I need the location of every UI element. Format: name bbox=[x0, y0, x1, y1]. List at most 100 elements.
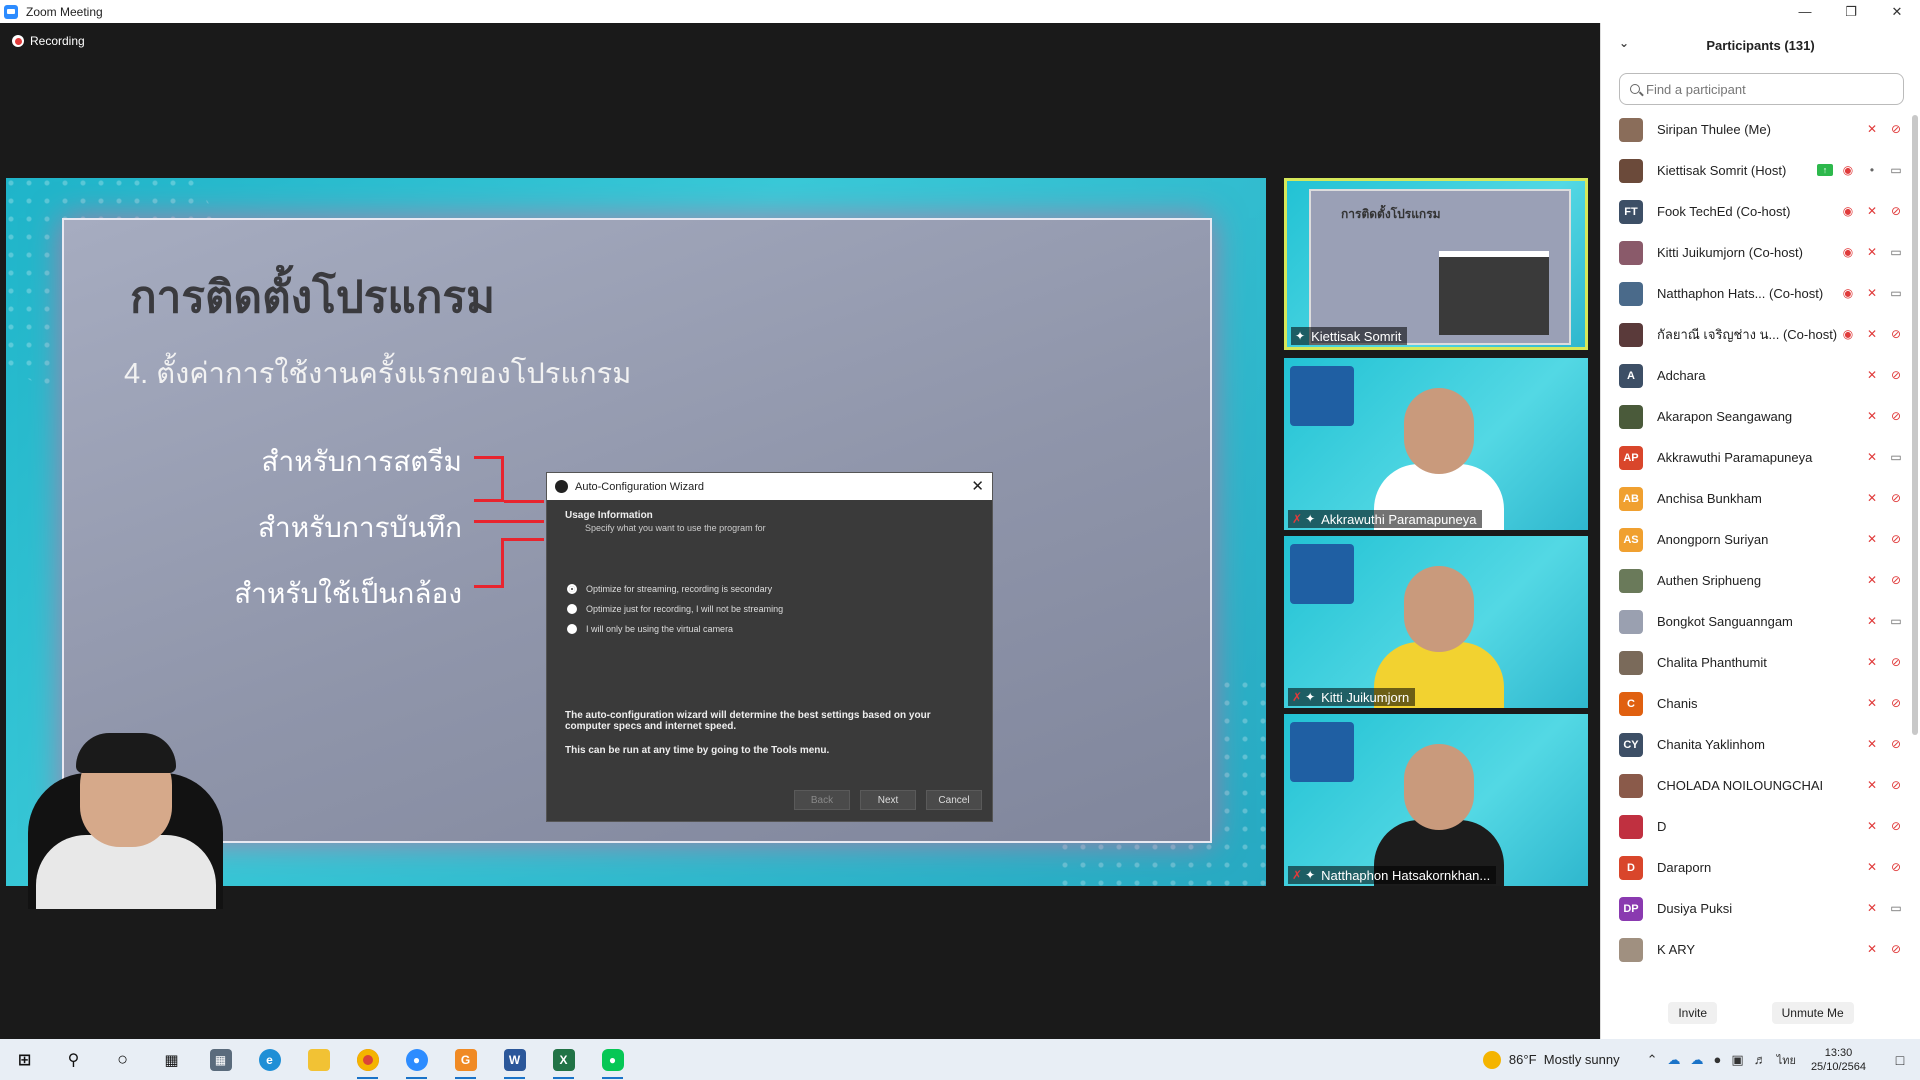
participant-name: D bbox=[1657, 819, 1667, 834]
participant-row[interactable]: Kitti Juikumjorn (Co-host) ◉ ✕ ▭ bbox=[1601, 232, 1911, 273]
chevron-down-icon[interactable]: ⌄ bbox=[1619, 36, 1629, 50]
title-bar: Zoom Meeting — ❐ ✕ bbox=[0, 0, 1920, 23]
mic-muted-icon: ✕ bbox=[1866, 532, 1878, 546]
slide-title: การติดตั้งโปรแกรม bbox=[130, 273, 496, 322]
participant-status-icons: ◉ ✕ ⊘ bbox=[1839, 326, 1905, 342]
participant-row[interactable]: K ARY ✕ ⊘ bbox=[1601, 929, 1911, 970]
radio-streaming[interactable]: Optimize for streaming, recording is sec… bbox=[567, 584, 772, 594]
participant-row[interactable]: Chalita Phanthumit ✕ ⊘ bbox=[1601, 642, 1911, 683]
mic-muted-icon: ✕ bbox=[1866, 450, 1878, 464]
video-tile[interactable]: ✗ ✦ Natthaphon Hatsakornkhan... bbox=[1284, 714, 1588, 886]
avatar bbox=[1619, 117, 1643, 142]
next-button[interactable]: Next bbox=[860, 790, 916, 810]
participant-row[interactable]: Kiettisak Somrit (Host) ↑ ◉ • ▭ bbox=[1601, 150, 1911, 191]
pin-icon: ✦ bbox=[1305, 690, 1316, 704]
tile-name: Natthaphon Hatsakornkhan... bbox=[1321, 867, 1491, 883]
radio-recording[interactable]: Optimize just for recording, I will not … bbox=[567, 604, 783, 614]
mic-muted-icon: ✕ bbox=[1866, 409, 1878, 423]
restore-button[interactable]: ❐ bbox=[1828, 0, 1874, 23]
recording-icon: ◉ bbox=[1842, 327, 1854, 341]
participant-status-icons: ✕ ⊘ bbox=[1863, 490, 1905, 506]
video-tile[interactable]: ✗ ✦ Akkrawuthi Paramapuneya bbox=[1284, 358, 1588, 530]
radio-virtual-camera[interactable]: I will only be using the virtual camera bbox=[567, 624, 733, 634]
onedrive-icon[interactable]: ☁ bbox=[1668, 1052, 1681, 1068]
participant-status-icons: ✕ ▭ bbox=[1863, 900, 1905, 916]
participant-row[interactable]: Natthaphon Hats... (Co-host) ◉ ✕ ▭ bbox=[1601, 273, 1911, 314]
avatar bbox=[1619, 568, 1643, 593]
close-button[interactable]: ✕ bbox=[1874, 0, 1920, 23]
microphone-icon[interactable]: ● bbox=[1714, 1052, 1722, 1067]
video-off-icon: ⊘ bbox=[1890, 942, 1902, 956]
weather-widget[interactable]: 86°F Mostly sunny bbox=[1482, 1050, 1620, 1069]
recording-indicator[interactable]: Recording bbox=[12, 34, 85, 48]
participant-row[interactable]: D ✕ ⊘ bbox=[1601, 806, 1911, 847]
tile-name-tag: ✗ ✦ Akkrawuthi Paramapuneya bbox=[1288, 510, 1483, 528]
invite-button[interactable]: Invite bbox=[1668, 1002, 1717, 1024]
network-icon[interactable]: ▣ bbox=[1731, 1052, 1743, 1068]
mic-muted-icon: ✕ bbox=[1866, 696, 1878, 710]
tile-slide-title: การติดตั้งโปรแกรม bbox=[1341, 207, 1441, 221]
participant-row[interactable]: Akarapon Seangawang ✕ ⊘ bbox=[1601, 396, 1911, 437]
participant-row[interactable]: AB Anchisa Bunkham ✕ ⊘ bbox=[1601, 478, 1911, 519]
calculator-app[interactable]: ▦ bbox=[196, 1039, 245, 1080]
slides-app[interactable]: G bbox=[441, 1039, 490, 1080]
volume-icon[interactable]: ♬ bbox=[1754, 1052, 1767, 1067]
participant-row[interactable]: AS Anongporn Suriyan ✕ ⊘ bbox=[1601, 519, 1911, 560]
mic-muted-icon: ✗ bbox=[1292, 512, 1303, 526]
cancel-button[interactable]: Cancel bbox=[926, 790, 982, 810]
participant-row[interactable]: Bongkot Sanguanngam ✕ ▭ bbox=[1601, 601, 1911, 642]
minimize-button[interactable]: — bbox=[1782, 0, 1828, 23]
excel-app[interactable]: X bbox=[539, 1039, 588, 1080]
language-indicator[interactable]: ไทย bbox=[1777, 1051, 1796, 1069]
line-app[interactable]: ● bbox=[588, 1039, 637, 1080]
search-button[interactable]: ⚲ bbox=[49, 1039, 98, 1080]
chevron-up-icon[interactable]: ⌃ bbox=[1647, 1052, 1658, 1068]
participant-row[interactable]: C Chanis ✕ ⊘ bbox=[1601, 683, 1911, 724]
unmute-me-button[interactable]: Unmute Me bbox=[1771, 1002, 1854, 1024]
mic-muted-icon: ✕ bbox=[1866, 860, 1878, 874]
participant-row[interactable]: DP Dusiya Puksi ✕ ▭ bbox=[1601, 888, 1911, 929]
participant-search-box[interactable] bbox=[1619, 73, 1904, 105]
avatar bbox=[1619, 650, 1643, 675]
cortana-button[interactable]: ○ bbox=[98, 1039, 147, 1080]
clock[interactable]: 13:30 25/10/2564 bbox=[1811, 1046, 1866, 1074]
notification-icon[interactable]: □ bbox=[1880, 1052, 1920, 1068]
participant-row[interactable]: AP Akkrawuthi Paramapuneya ✕ ▭ bbox=[1601, 437, 1911, 478]
participant-row[interactable]: A Adchara ✕ ⊘ bbox=[1601, 355, 1911, 396]
participant-row[interactable]: CY Chanita Yaklinhom ✕ ⊘ bbox=[1601, 724, 1911, 765]
chrome-icon bbox=[356, 1048, 379, 1071]
participant-row[interactable]: CHOLADA NOILOUNGCHAI ✕ ⊘ bbox=[1601, 765, 1911, 806]
word-icon: W bbox=[503, 1048, 526, 1071]
search-input[interactable] bbox=[1646, 81, 1886, 97]
edge-app[interactable]: e bbox=[245, 1039, 294, 1080]
avatar: FT bbox=[1619, 199, 1643, 224]
participant-list-scrollbar[interactable] bbox=[1912, 115, 1918, 735]
video-off-icon: ⊘ bbox=[1890, 655, 1902, 669]
radio-icon bbox=[567, 624, 577, 634]
participant-name: Natthaphon Hats... (Co-host) bbox=[1657, 286, 1824, 301]
calculator-icon: ▦ bbox=[209, 1048, 232, 1071]
participant-row[interactable]: Siripan Thulee (Me) ✕ ⊘ bbox=[1601, 109, 1911, 150]
word-app[interactable]: W bbox=[490, 1039, 539, 1080]
video-camera-icon: ▭ bbox=[1890, 614, 1902, 628]
video-tile-active-speaker[interactable]: การติดตั้งโปรแกรม ✦ Kiettisak Somrit bbox=[1284, 178, 1588, 350]
participant-row[interactable]: Authen Sriphueng ✕ ⊘ bbox=[1601, 560, 1911, 601]
participant-row[interactable]: D Daraporn ✕ ⊘ bbox=[1601, 847, 1911, 888]
avatar: AP bbox=[1619, 445, 1643, 470]
usage-description: Specify what you want to use the program… bbox=[585, 523, 766, 533]
task-view-button[interactable]: ▦ bbox=[147, 1039, 196, 1080]
participant-row[interactable]: FT Fook TechEd (Co-host) ◉ ✕ ⊘ bbox=[1601, 191, 1911, 232]
participant-status-icons: ✕ ▭ bbox=[1863, 449, 1905, 465]
cloud-icon[interactable]: ☁ bbox=[1691, 1052, 1704, 1068]
zoom-app[interactable]: ● bbox=[392, 1039, 441, 1080]
chrome-app[interactable] bbox=[343, 1039, 392, 1080]
edge-icon: e bbox=[258, 1048, 281, 1071]
participant-status-icons: ↑ ◉ • ▭ bbox=[1817, 162, 1905, 178]
video-camera-icon: ▭ bbox=[1890, 163, 1902, 177]
back-button[interactable]: Back bbox=[794, 790, 850, 810]
participant-row[interactable]: กัลยาณี เจริญช่าง น... (Co-host) ◉ ✕ ⊘ bbox=[1601, 314, 1911, 355]
start-button[interactable]: ⊞ bbox=[0, 1039, 49, 1080]
video-tile[interactable]: ✗ ✦ Kitti Juikumjorn bbox=[1284, 536, 1588, 708]
file-explorer-app[interactable] bbox=[294, 1039, 343, 1080]
close-icon[interactable]: ✕ bbox=[971, 477, 984, 495]
